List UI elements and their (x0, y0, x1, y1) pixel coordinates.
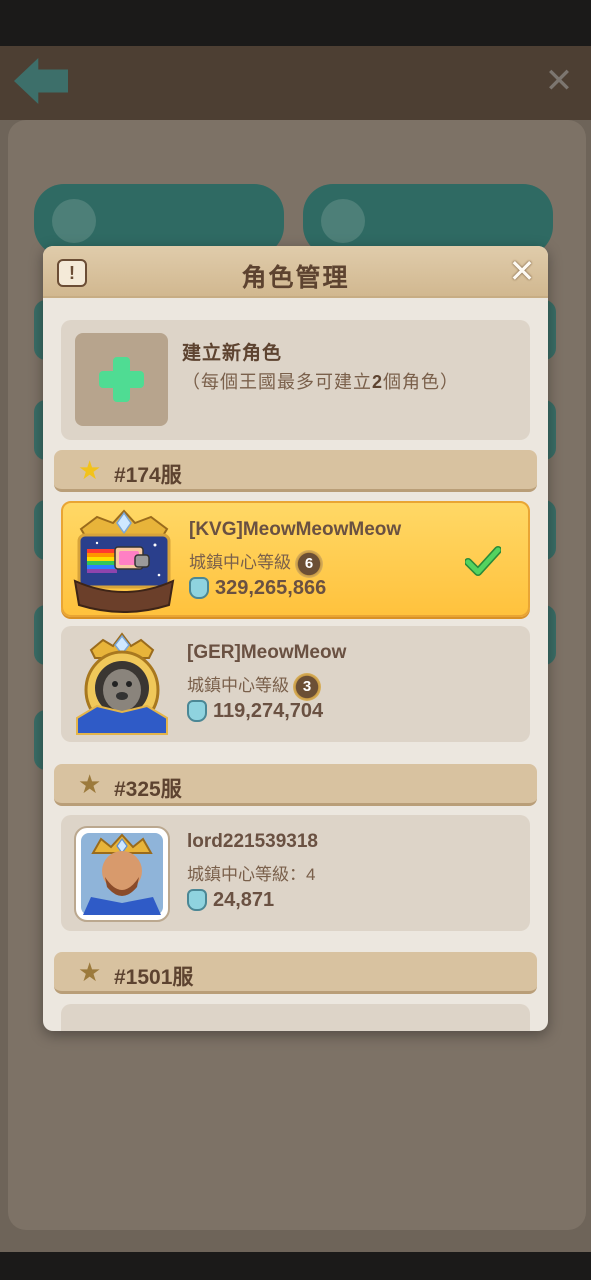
character-name: [KVG]MeowMeowMeow (189, 519, 402, 540)
power-value: 119,274,704 (213, 700, 324, 722)
avatar (76, 632, 168, 735)
add-character-button[interactable] (75, 333, 168, 426)
dialog-title: 角色管理 (241, 264, 350, 292)
level-label: 城鎮中心等級 (189, 553, 291, 572)
create-character-card[interactable]: 建立新角色 （每個王國最多可建立2個角色） (61, 320, 530, 440)
level-badge: 6 (295, 549, 323, 578)
level-label: 城鎮中心等級：4 (187, 865, 316, 884)
background-close-icon: ✕ (544, 62, 574, 100)
character-name: [GER]MeowMeow (187, 642, 347, 663)
town-center-level: 城鎮中心等級 3 (187, 671, 321, 701)
town-center-level: 城鎮中心等級：4 (187, 860, 315, 885)
power-fist-icon (189, 577, 209, 599)
power-fist-icon (187, 889, 207, 911)
character-management-dialog: ! 角色管理 ✕ 建立新角色 （每個王國最多可建立2個角色） ★ #174服 [… (43, 246, 548, 1031)
server-header-1501: ★ #1501服 (54, 952, 537, 994)
plus-icon-bar (99, 371, 144, 388)
town-center-level: 城鎮中心等級 6 (189, 548, 323, 578)
character-card-partial[interactable] (61, 1004, 530, 1031)
star-icon: ★ (78, 455, 102, 485)
navigation-bar (0, 1252, 591, 1280)
close-icon[interactable]: ✕ (506, 255, 538, 288)
server-label: #174服 (114, 464, 182, 487)
power-value: 24,871 (213, 889, 275, 911)
server-label: #325服 (114, 778, 182, 801)
level-badge: 3 (293, 672, 321, 701)
create-character-title: 建立新角色 (182, 343, 283, 364)
note-count: 2 (372, 372, 384, 392)
star-icon: ★ (78, 769, 102, 799)
dialog-header: ! 角色管理 ✕ (43, 246, 548, 298)
character-card[interactable]: [GER]MeowMeow 城鎮中心等級 3 119,274,704 (61, 626, 530, 742)
background-header (0, 46, 591, 120)
character-name: lord221539318 (187, 831, 318, 852)
create-character-note: （每個王國最多可建立2個角色） (182, 368, 459, 394)
checkmark-icon (465, 546, 501, 576)
star-icon: ★ (78, 957, 102, 987)
character-card-selected[interactable]: [KVG]MeowMeowMeow 城鎮中心等級 6 329,265,866 (61, 501, 530, 617)
note-suffix: 個角色） (383, 372, 460, 392)
server-header-325: ★ #325服 (54, 764, 537, 806)
avatar (73, 509, 175, 613)
level-label: 城鎮中心等級 (187, 676, 289, 695)
status-bar (0, 0, 591, 46)
power-value: 329,265,866 (215, 577, 327, 599)
character-card[interactable]: lord221539318 城鎮中心等級：4 24,871 (61, 815, 530, 931)
server-header-174: ★ #174服 (54, 450, 537, 492)
note-prefix: （每個王國最多可建立 (182, 372, 372, 392)
server-label: #1501服 (114, 966, 194, 989)
avatar (74, 826, 170, 922)
power-fist-icon (187, 700, 207, 722)
